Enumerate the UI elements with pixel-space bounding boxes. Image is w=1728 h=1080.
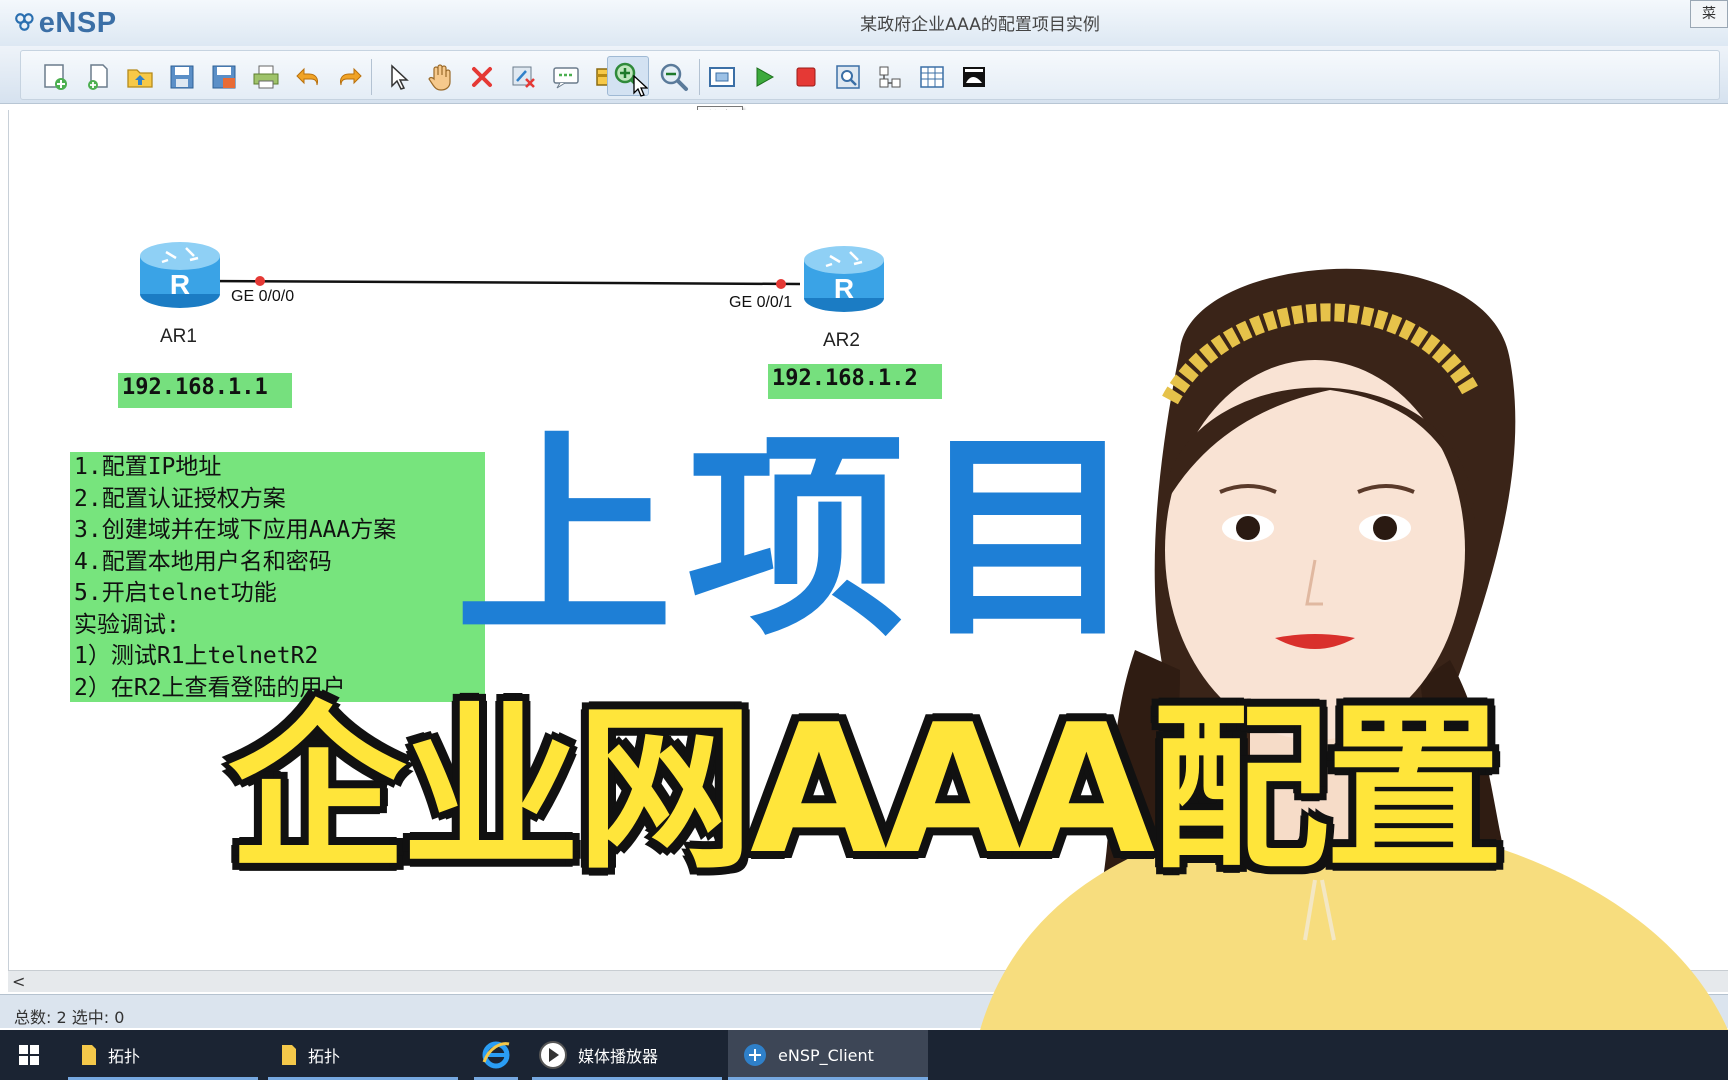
router-icon: R <box>804 246 884 312</box>
taskbar: 拓扑 拓扑 媒体播放器 eNSP_Client <box>0 1030 1728 1080</box>
taskbar-item-ensp-client[interactable]: eNSP_Client <box>728 1030 928 1080</box>
ip-label-ar1: 192.168.1.1 <box>118 373 292 408</box>
headline-top: 上项目 <box>455 413 1151 666</box>
scroll-left-arrow[interactable]: < <box>12 972 25 991</box>
headline-main: 企业网AAA配置 <box>228 686 1503 893</box>
step-line: 1）测试R1上telnetR2 <box>74 643 319 669</box>
step-line: 2.配置认证授权方案 <box>74 485 286 512</box>
router-label-ar2: AR2 <box>823 330 860 351</box>
router-label-ar1: AR1 <box>160 326 197 347</box>
internet-explorer-icon <box>482 1041 510 1069</box>
status-count: 总数: 2 选中: 0 <box>14 1008 125 1027</box>
ensp-app-icon <box>744 1044 766 1066</box>
media-player-icon <box>539 1041 567 1069</box>
taskbar-item-label: 拓扑 <box>308 1047 341 1066</box>
svg-text:R: R <box>170 269 190 300</box>
start-button[interactable] <box>18 1030 58 1080</box>
taskbar-item-topology-1[interactable]: 拓扑 <box>68 1030 258 1080</box>
port-label-ar2: GE 0/0/1 <box>729 294 793 311</box>
step-line: 实验调试: <box>74 611 180 638</box>
taskbar-item-topology-2[interactable]: 拓扑 <box>268 1030 458 1080</box>
taskbar-item-label: 拓扑 <box>108 1047 141 1066</box>
windows-logo-icon <box>19 1045 39 1065</box>
folder-icon <box>282 1045 296 1065</box>
router-ar1[interactable]: R <box>138 238 222 312</box>
taskbar-item-label: eNSP_Client <box>778 1045 874 1065</box>
ip-label-ar2: 192.168.1.2 <box>768 364 942 399</box>
step-line: 4.配置本地用户名和密码 <box>74 548 332 575</box>
config-steps-note[interactable]: 1.配置IP地址 2.配置认证授权方案 3.创建域并在域下应用AAA方案 4.配… <box>70 452 485 702</box>
step-line: 1.配置IP地址 <box>74 454 222 480</box>
router-icon: R <box>140 242 220 308</box>
taskbar-item-label: 媒体播放器 <box>578 1047 659 1066</box>
step-line: 5.开启telnet功能 <box>74 580 277 606</box>
port-indicator-ar1 <box>255 276 265 286</box>
step-line: 3.创建域并在域下应用AAA方案 <box>74 517 397 543</box>
svg-text:R: R <box>834 273 854 304</box>
folder-icon <box>82 1045 96 1065</box>
taskbar-item-media-player[interactable]: 媒体播放器 <box>532 1030 722 1080</box>
link-ar1-ar2 <box>199 279 801 286</box>
taskbar-item-browser[interactable] <box>474 1030 518 1080</box>
port-label-ar1: GE 0/0/0 <box>231 288 295 305</box>
router-ar2[interactable]: R <box>802 242 886 316</box>
port-indicator-ar2 <box>776 279 786 289</box>
